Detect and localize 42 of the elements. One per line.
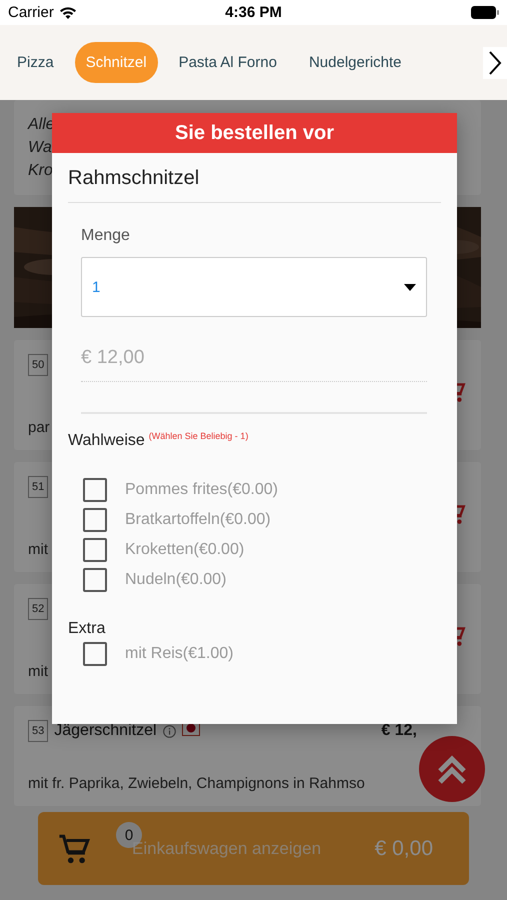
option-label: Bratkartoffeln(€0.00) — [125, 511, 271, 529]
status-time: 4:36 PM — [225, 4, 282, 21]
category-tab[interactable]: Nudelgerichte — [298, 42, 413, 83]
item-price: € 12, — [381, 722, 417, 740]
cart-total: € 0,00 — [374, 836, 433, 860]
item-name: Jägerschnitzel — [54, 722, 157, 740]
item-description: mit — [28, 541, 48, 558]
option-checkbox[interactable] — [83, 478, 107, 502]
item-number: 52 — [28, 598, 48, 620]
option-checkbox[interactable] — [83, 642, 107, 666]
category-tab[interactable]: Pizza — [6, 42, 65, 83]
option-group-hint: (Wählen Sie Beliebig - 1) — [148, 431, 248, 441]
dropdown-caret-icon — [404, 284, 416, 290]
item-number: 51 — [28, 476, 48, 498]
option-group-title: Extra — [68, 620, 106, 638]
option-label: Nudeln(€0.00) — [125, 571, 226, 589]
wifi-icon — [58, 6, 77, 20]
option-checkbox[interactable] — [83, 538, 107, 562]
carrier-label: Carrier — [8, 4, 54, 21]
item-description: mit fr. Paprika, Zwiebeln, Champignons in Rahmso — [28, 775, 365, 792]
intro-text: Kro — [28, 161, 53, 181]
intro-text: Wa — [28, 138, 52, 158]
item-description: par — [28, 419, 50, 436]
option-label: Kroketten(€0.00) — [125, 541, 244, 559]
product-name: Rahmschnitzel — [68, 167, 441, 203]
price-field: € 12,00 — [81, 347, 427, 382]
option-checkbox[interactable] — [83, 568, 107, 592]
option-label: mit Reis(€1.00) — [125, 645, 234, 663]
cart-icon — [58, 832, 92, 866]
item-number: 50 — [28, 354, 48, 376]
item-number: 53 — [28, 720, 48, 742]
dialog-title: Sie bestellen vor — [52, 113, 457, 153]
quantity-select[interactable]: 1 — [81, 257, 427, 317]
option-group-title: Wahlweise — [68, 432, 145, 450]
quantity-label: Menge — [81, 227, 131, 245]
battery-icon — [471, 6, 499, 19]
item-description: mit — [28, 663, 48, 680]
info-icon — [162, 724, 176, 738]
next-tab-button[interactable] — [483, 46, 507, 78]
option-label: Pommes frites(€0.00) — [125, 481, 278, 499]
category-tab[interactable]: Pasta Al Forno — [168, 42, 288, 83]
option-checkbox[interactable] — [83, 508, 107, 532]
